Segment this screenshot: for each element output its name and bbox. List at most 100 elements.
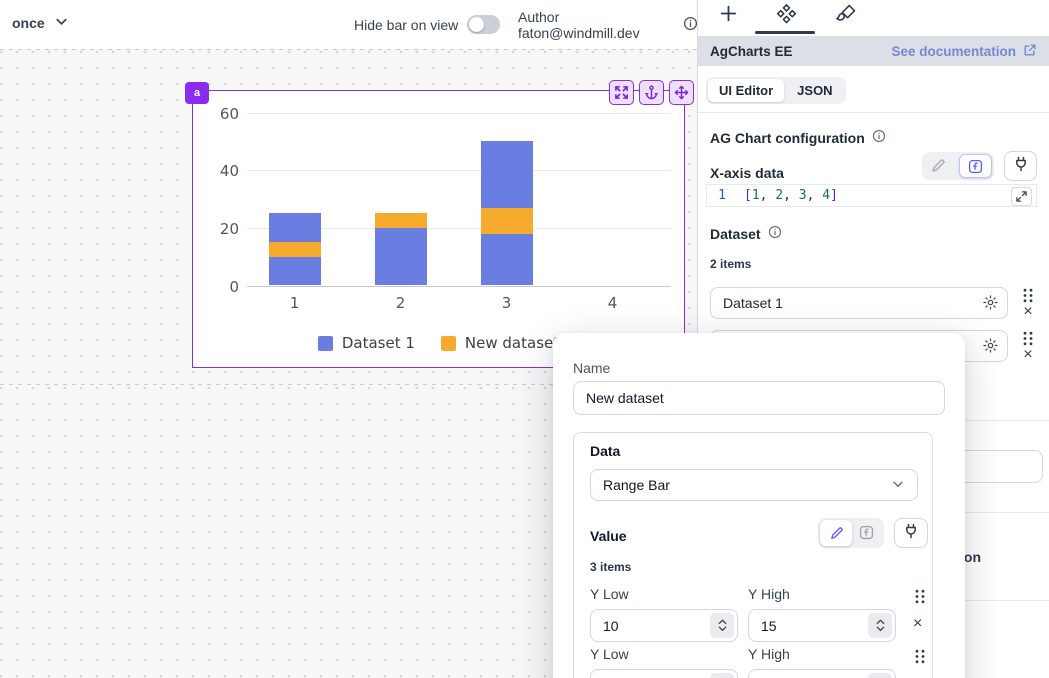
- editor-mode-tabs: UI Editor JSON: [706, 77, 846, 104]
- connect-input-button[interactable]: [1004, 151, 1037, 181]
- x-axis-tick-label: 1: [273, 294, 317, 312]
- y-axis-tick-label: 60: [205, 105, 239, 123]
- range-bar: [481, 208, 533, 234]
- y-axis-tick-label: 40: [205, 162, 239, 180]
- number-stepper[interactable]: [710, 613, 734, 638]
- gear-icon[interactable]: [982, 337, 1000, 355]
- function-mode-button-active[interactable]: [959, 154, 992, 178]
- hide-bar-toggle[interactable]: [467, 15, 500, 34]
- gear-icon[interactable]: [982, 294, 1000, 312]
- run-mode-dropdown[interactable]: once: [12, 14, 69, 32]
- code-token: 3: [799, 188, 807, 203]
- component-settings-tab[interactable]: [774, 4, 798, 28]
- number-input-wrap: [590, 669, 738, 678]
- function-mode-icon[interactable]: [859, 525, 874, 540]
- hide-bar-label: Hide bar on view: [354, 17, 458, 33]
- anchor-component-button[interactable]: [639, 80, 664, 105]
- active-tab-underline: [755, 31, 815, 34]
- connect-value-button[interactable]: [894, 518, 928, 548]
- expand-component-button[interactable]: [609, 80, 634, 105]
- dataset-name-field[interactable]: [710, 287, 1008, 319]
- legend-swatch: [318, 336, 333, 351]
- number-input-wrap: [748, 609, 896, 642]
- app-editor: once Hide bar on view Author faton@windm…: [0, 0, 1049, 678]
- legend-swatch: [441, 336, 456, 351]
- input-mode-group: [922, 152, 994, 180]
- author-info: Author faton@windmill.dev: [518, 0, 698, 49]
- remove-dataset-icon[interactable]: ×: [1021, 348, 1035, 362]
- value-field-label: Y High: [748, 646, 790, 662]
- drag-handle[interactable]: [914, 589, 926, 609]
- drag-handle[interactable]: [1022, 288, 1035, 302]
- code-token: ,: [807, 188, 823, 203]
- y-axis-tick-label: 0: [205, 278, 239, 296]
- value-field-label: Y Low: [590, 586, 629, 602]
- bar-chart: 60402001234Dataset 1New dataset: [193, 91, 684, 367]
- tab-json[interactable]: JSON: [786, 79, 843, 102]
- xaxis-code-editor[interactable]: 1 [1, 2, 3, 4]: [706, 184, 1037, 207]
- value-items-count: 3 items: [590, 560, 631, 574]
- dataset-label-text: Dataset: [710, 226, 761, 242]
- legend-item[interactable]: Dataset 1: [318, 334, 415, 352]
- info-icon[interactable]: [683, 16, 698, 34]
- panel-title: AgCharts EE: [710, 44, 793, 59]
- info-icon[interactable]: [768, 225, 782, 242]
- legend-label: Dataset 1: [342, 334, 415, 352]
- panel-header: AgCharts EE See documentation: [698, 36, 1049, 66]
- agcharts-component[interactable]: a 60402001234Dataset 1New dataset: [192, 90, 685, 368]
- value-field-label: Y High: [748, 586, 790, 602]
- move-component-button[interactable]: [669, 80, 694, 105]
- data-group-box: Data Range Bar Value: [573, 432, 933, 678]
- gridline: [247, 113, 671, 114]
- remove-dataset-icon[interactable]: ×: [1021, 305, 1035, 319]
- x-axis-tick-label: 3: [485, 294, 529, 312]
- external-link-icon: [1023, 43, 1037, 60]
- code-token: 1: [752, 188, 760, 203]
- components-icon: [776, 3, 797, 29]
- data-type-select[interactable]: Range Bar: [590, 469, 918, 501]
- code-content: [1, 2, 3, 4]: [737, 188, 838, 203]
- toggle-knob: [469, 17, 484, 32]
- dataset-count: 2 items: [710, 257, 751, 271]
- theme-tab[interactable]: [834, 4, 858, 28]
- value-input-mode-group: [818, 518, 884, 548]
- code-token: [: [744, 188, 752, 203]
- data-type-value: Range Bar: [603, 477, 670, 493]
- value-section-label: Value: [590, 528, 627, 544]
- remove-item-icon[interactable]: ×: [913, 615, 922, 633]
- insert-component-tab[interactable]: [716, 4, 740, 28]
- config-section-label: AG Chart configuration: [710, 129, 886, 146]
- info-icon[interactable]: [872, 129, 886, 146]
- dataset-section-label: Dataset: [710, 225, 782, 242]
- line-number: 1: [707, 188, 737, 203]
- run-mode-label: once: [12, 15, 45, 31]
- number-stepper[interactable]: [868, 613, 892, 638]
- hide-bar-control: Hide bar on view: [354, 0, 500, 49]
- drag-handle[interactable]: [914, 649, 926, 669]
- plug-icon: [1013, 156, 1029, 177]
- top-toolbar: once Hide bar on view Author faton@windm…: [0, 0, 698, 49]
- legend-item[interactable]: New dataset: [441, 334, 559, 352]
- code-token: ,: [783, 188, 799, 203]
- tab-ui-editor[interactable]: UI Editor: [708, 79, 784, 102]
- number-stepper[interactable]: [710, 673, 734, 678]
- documentation-link[interactable]: See documentation: [891, 43, 1037, 60]
- gridline: [247, 286, 671, 287]
- chevron-down-icon: [891, 477, 905, 494]
- number-stepper[interactable]: [868, 673, 892, 678]
- range-bar: [269, 242, 321, 256]
- plus-icon: [718, 3, 739, 29]
- gridline: [247, 170, 671, 171]
- drag-handle[interactable]: [1022, 331, 1035, 345]
- data-section-label: Data: [590, 443, 620, 459]
- dataset-name-input[interactable]: [573, 381, 945, 415]
- chevron-down-icon: [54, 14, 69, 32]
- static-edit-button-active[interactable]: [820, 520, 852, 546]
- x-axis-tick-label: 2: [379, 294, 423, 312]
- y-axis-tick-label: 20: [205, 220, 239, 238]
- static-edit-icon[interactable]: [930, 158, 946, 179]
- code-token: ]: [830, 188, 838, 203]
- divider: [698, 112, 1049, 113]
- config-label-text: AG Chart configuration: [710, 130, 865, 146]
- expand-editor-button[interactable]: [1011, 187, 1032, 206]
